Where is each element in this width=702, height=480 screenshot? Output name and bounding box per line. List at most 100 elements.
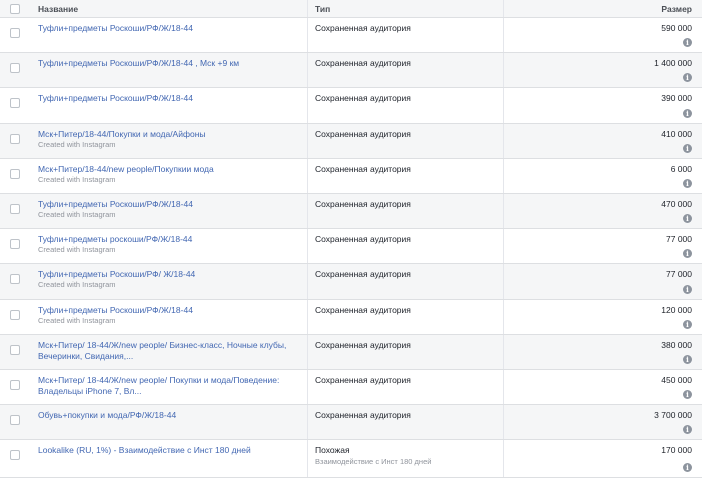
table-header: Название Тип Размер bbox=[0, 0, 702, 18]
audience-source-note: Created with Instagram bbox=[38, 209, 116, 219]
table-row[interactable]: Туфли+предметы Роскоши/РФ/Ж/18-44 Сохране… bbox=[0, 88, 702, 124]
audience-name-cell: Lookalike (RU, 1%) - Взаимодействие с Ин… bbox=[32, 440, 308, 478]
audience-size: 450 000 bbox=[661, 374, 692, 385]
row-checkbox[interactable] bbox=[10, 379, 20, 390]
row-checkbox[interactable] bbox=[10, 309, 20, 320]
audience-source-note: Created with Instagram bbox=[38, 315, 116, 325]
audience-type: Сохраненная аудитория bbox=[315, 163, 411, 174]
audience-type-cell: Сохраненная аудитория bbox=[308, 193, 504, 229]
info-icon[interactable]: i bbox=[683, 73, 692, 83]
column-header-size[interactable]: Размер bbox=[504, 0, 702, 17]
audience-type: Сохраненная аудитория bbox=[315, 374, 411, 385]
audience-size: 390 000 bbox=[661, 93, 692, 104]
row-checkbox[interactable] bbox=[10, 344, 20, 355]
table-row[interactable]: Туфли+предметы роскоши/РФ/Ж/18-44 Created… bbox=[0, 229, 702, 265]
audience-name-link[interactable]: Туфли+предметы Роскоши/РФ/Ж/18-44 , Мск … bbox=[38, 58, 307, 69]
table-row[interactable]: Мск+Питер/ 18-44/Ж/new people/ Бизнес-кл… bbox=[0, 334, 702, 370]
audience-type: Сохраненная аудитория bbox=[315, 23, 411, 33]
audience-size-cell: 450 000 i bbox=[504, 370, 702, 404]
info-icon[interactable]: i bbox=[683, 178, 692, 188]
audience-type-cell: Сохраненная аудитория bbox=[308, 158, 504, 193]
audience-name-link[interactable]: Мск+Питер/ 18-44/Ж/new people/ Бизнес-кл… bbox=[38, 340, 307, 362]
audience-type-cell: Похожая Взаимодействие с Инст 180 дней bbox=[308, 440, 504, 478]
audience-name-link[interactable]: Туфли+предметы Роскоши/РФ/ Ж/18-44 bbox=[38, 269, 307, 280]
row-checkbox[interactable] bbox=[10, 415, 20, 426]
audience-type: Сохраненная аудитория bbox=[315, 269, 411, 280]
info-icon[interactable]: i bbox=[683, 214, 692, 224]
audience-size: 470 000 bbox=[661, 198, 692, 209]
table-row[interactable]: Мск+Питер/18-44/Покупки и мода/Айфоны Cre… bbox=[0, 123, 702, 159]
audience-size: 590 000 bbox=[661, 23, 692, 33]
row-checkbox[interactable] bbox=[10, 450, 20, 461]
audience-size: 380 000 bbox=[661, 339, 692, 350]
audience-type-cell: Сохраненная аудитория bbox=[308, 229, 504, 264]
audience-size: 170 000 bbox=[661, 445, 692, 456]
table-row[interactable]: Туфли+предметы Роскоши/РФ/ Ж/18-44 Create… bbox=[0, 264, 702, 300]
info-icon[interactable]: i bbox=[683, 425, 692, 435]
row-checkbox[interactable] bbox=[10, 168, 20, 179]
audience-name-link[interactable]: Туфли+предметы роскоши/РФ/Ж/18-44 bbox=[38, 234, 307, 245]
info-icon[interactable]: i bbox=[683, 354, 692, 364]
audience-name-link[interactable]: Туфли+предметы Роскоши/РФ/Ж/18-44 bbox=[38, 23, 307, 34]
audience-type: Сохраненная аудитория bbox=[315, 128, 411, 139]
info-icon[interactable]: i bbox=[683, 463, 692, 473]
audience-name-link[interactable]: Мск+Питер/18-44/new people/Покупкии мода bbox=[38, 164, 307, 175]
column-header-name[interactable]: Название bbox=[32, 0, 308, 17]
audience-name-link[interactable]: Туфли+предметы Роскоши/РФ/Ж/18-44 bbox=[38, 93, 307, 104]
audience-name-link[interactable]: Мск+Питер/ 18-44/Ж/new people/ Покупки и… bbox=[38, 375, 307, 397]
info-icon[interactable]: i bbox=[683, 319, 692, 329]
audience-name-link[interactable]: Туфли+предметы Роскоши/РФ/Ж/18-44 bbox=[38, 305, 307, 316]
audiences-table: Название Тип Размер Туфли+предметы Роско… bbox=[0, 0, 702, 479]
table-row[interactable]: Туфли+предметы Роскоши/РФ/Ж/18-44 Сохране… bbox=[0, 18, 702, 54]
table-row[interactable]: Обувь+покупки и мода/РФ/Ж/18-44 Сохраненн… bbox=[0, 405, 702, 441]
audience-type-cell: Сохраненная аудитория bbox=[308, 18, 504, 53]
table-row[interactable]: Lookalike (RU, 1%) - Взаимодействие с Ин… bbox=[0, 440, 702, 479]
audience-type-source: Взаимодействие с Инст 180 дней bbox=[315, 457, 432, 467]
audience-name-cell: Туфли+предметы Роскоши/РФ/Ж/18-44 bbox=[32, 18, 308, 53]
audience-type: Сохраненная аудитория bbox=[315, 198, 411, 209]
row-checkbox[interactable] bbox=[10, 133, 20, 144]
info-icon[interactable]: i bbox=[683, 108, 692, 118]
audience-size-cell: 120 000 i bbox=[504, 300, 702, 334]
audience-source-note: Created with Instagram bbox=[38, 139, 116, 149]
table-row[interactable]: Туфли+предметы Роскоши/РФ/Ж/18-44 , Мск … bbox=[0, 53, 702, 89]
audience-type: Сохраненная аудитория bbox=[315, 339, 411, 350]
audience-type-cell: Сохраненная аудитория bbox=[308, 299, 504, 334]
table-body: Туфли+предметы Роскоши/РФ/Ж/18-44 Сохране… bbox=[0, 18, 702, 479]
info-icon[interactable]: i bbox=[683, 284, 692, 294]
table-row[interactable]: Мск+Питер/18-44/new people/Покупкии мода… bbox=[0, 158, 702, 194]
select-all-checkbox[interactable] bbox=[10, 4, 20, 14]
row-checkbox[interactable] bbox=[10, 239, 20, 250]
table-row[interactable]: Туфли+предметы Роскоши/РФ/Ж/18-44 Created… bbox=[0, 193, 702, 230]
table-row[interactable]: Мск+Питер/ 18-44/Ж/new people/ Покупки и… bbox=[0, 369, 702, 406]
audience-type: Сохраненная аудитория bbox=[315, 234, 411, 245]
audience-name-link[interactable]: Мск+Питер/18-44/Покупки и мода/Айфоны bbox=[38, 129, 307, 140]
audience-size-cell: 390 000 i bbox=[504, 88, 702, 122]
audience-name-cell: Мск+Питер/18-44/new people/Покупкии мода… bbox=[32, 158, 308, 193]
audience-name-link[interactable]: Обувь+покупки и мода/РФ/Ж/18-44 bbox=[38, 410, 307, 421]
audience-size: 77 000 bbox=[666, 269, 692, 280]
audience-source-note: Created with Instagram bbox=[38, 245, 116, 255]
row-checkbox[interactable] bbox=[10, 63, 20, 74]
info-icon[interactable]: i bbox=[683, 38, 692, 48]
row-checkbox[interactable] bbox=[10, 98, 20, 109]
row-checkbox[interactable] bbox=[10, 203, 20, 214]
audience-name-link[interactable]: Туфли+предметы Роскоши/РФ/Ж/18-44 bbox=[38, 199, 307, 210]
row-checkbox[interactable] bbox=[10, 274, 20, 285]
row-select-cell bbox=[0, 300, 32, 334]
info-icon[interactable]: i bbox=[683, 390, 692, 400]
audience-name-cell: Мск+Питер/ 18-44/Ж/new people/ Покупки и… bbox=[32, 369, 308, 405]
audience-name-link[interactable]: Lookalike (RU, 1%) - Взаимодействие с Ин… bbox=[38, 445, 307, 456]
audience-size: 120 000 bbox=[661, 304, 692, 315]
audience-size: 6 000 bbox=[670, 163, 692, 174]
row-checkbox[interactable] bbox=[10, 28, 20, 38]
info-icon[interactable]: i bbox=[683, 143, 692, 153]
audience-size-cell: 77 000 i bbox=[504, 264, 702, 298]
audience-type: Сохраненная аудитория bbox=[315, 304, 411, 315]
info-icon[interactable]: i bbox=[683, 249, 692, 259]
audience-type-cell: Сохраненная аудитория bbox=[308, 405, 504, 440]
audience-name-cell: Туфли+предметы Роскоши/РФ/Ж/18-44 Created… bbox=[32, 299, 308, 334]
select-all-cell bbox=[0, 0, 32, 17]
column-header-type[interactable]: Тип bbox=[308, 0, 504, 17]
table-row[interactable]: Туфли+предметы Роскоши/РФ/Ж/18-44 Created… bbox=[0, 299, 702, 335]
